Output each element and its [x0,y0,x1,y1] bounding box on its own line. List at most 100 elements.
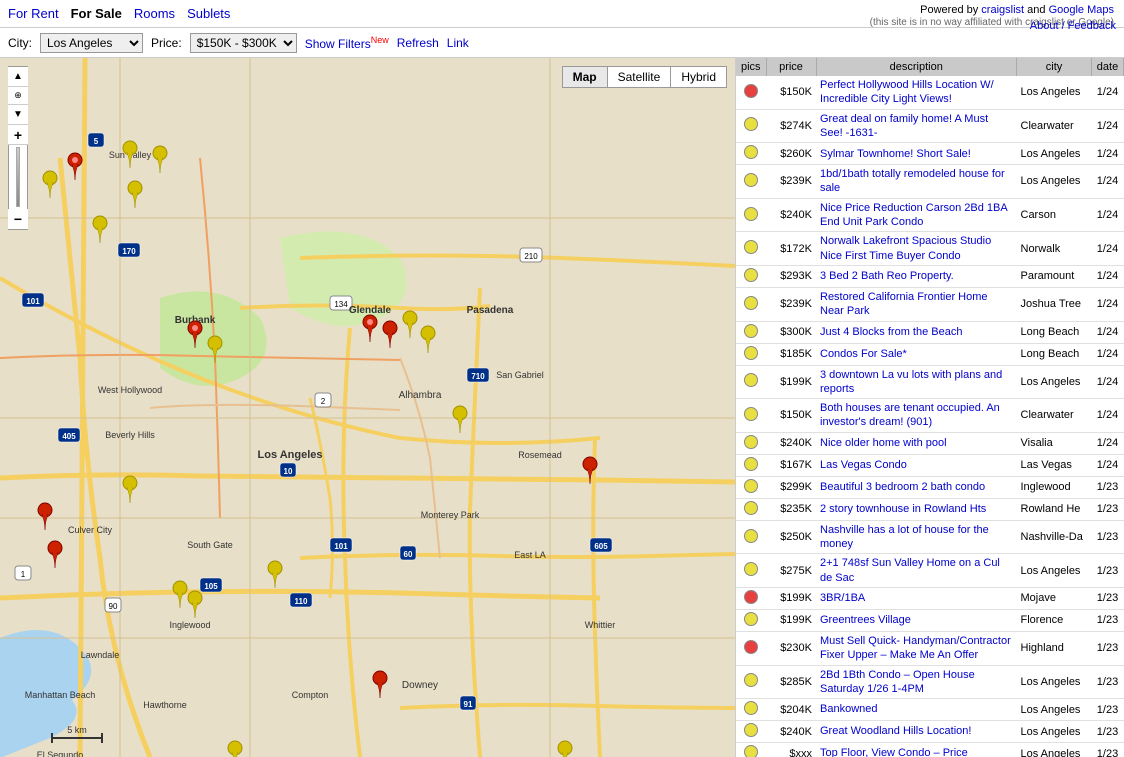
listing-link[interactable]: Norwalk Lakefront Spacious Studio Nice F… [820,235,991,261]
table-row[interactable]: $285K2Bd 1Bth Condo – Open House Saturda… [736,665,1124,699]
zoom-controls: ▲ ⊕ ▼ + − [8,66,28,230]
table-row[interactable]: $185KCondos For Sale*Long Beach1/24 [736,343,1124,365]
satellite-button[interactable]: Satellite [608,67,672,87]
listing-date: 1/23 [1092,699,1124,721]
svg-text:Beverly Hills: Beverly Hills [105,430,155,440]
listing-price: $299K [766,476,816,498]
listing-date: 1/23 [1092,498,1124,520]
table-row[interactable]: $300KJust 4 Blocks from the BeachLong Be… [736,321,1124,343]
table-row[interactable]: $240KNice older home with poolVisalia1/2… [736,432,1124,454]
table-row[interactable]: $239K1bd/1bath totally remodeled house f… [736,165,1124,199]
refresh-link[interactable]: Refresh [397,36,439,50]
col-header-date: date [1092,58,1124,76]
table-row[interactable]: $235K2 story townhouse in Rowland HtsRow… [736,498,1124,520]
table-row[interactable]: $xxxTop Floor, View Condo – PriceLos Ang… [736,743,1124,757]
city-label: City: [8,36,32,50]
listing-link[interactable]: Perfect Hollywood Hills Location W/ Incr… [820,79,994,105]
listing-date: 1/23 [1092,554,1124,588]
listing-link[interactable]: Great Woodland Hills Location! [820,725,971,737]
price-select[interactable]: $150K - $300K $100K - $200K $200K - $400… [190,33,297,53]
svg-text:1: 1 [21,570,26,579]
table-row[interactable]: $150KPerfect Hollywood Hills Location W/… [736,76,1124,109]
table-row[interactable]: $240KGreat Woodland Hills Location!Los A… [736,721,1124,743]
col-header-price: price [766,58,816,76]
rooms-link[interactable]: Rooms [134,6,175,21]
table-row[interactable]: $172KNorwalk Lakefront Spacious Studio N… [736,232,1124,266]
listing-city: Los Angeles [1017,165,1092,199]
google-maps-link[interactable]: Google Maps [1049,4,1114,16]
listing-link[interactable]: Top Floor, View Condo – Price [820,747,968,757]
table-row[interactable]: $275K2+1 748sf Sun Valley Home on a Cul … [736,554,1124,588]
table-row[interactable]: $199K3 downtown La vu lots with plans an… [736,365,1124,399]
table-row[interactable]: $250KNashville has a lot of house for th… [736,520,1124,554]
pan-north[interactable]: ⊕ [8,87,28,105]
table-row[interactable]: $199K3BR/1BAMojave1/23 [736,587,1124,609]
listing-link[interactable]: Must Sell Quick- Handyman/Contractor Fix… [820,635,1011,661]
listing-link[interactable]: Beautiful 3 bedroom 2 bath condo [820,481,985,493]
svg-text:170: 170 [122,247,136,256]
listing-link[interactable]: Nashville has a lot of house for the mon… [820,524,989,550]
table-row[interactable]: $240KNice Price Reduction Carson 2Bd 1BA… [736,198,1124,232]
about-feedback-link[interactable]: About / Feedback [1030,20,1116,32]
listing-link[interactable]: 3 Bed 2 Bath Reo Property. [820,270,954,282]
listing-link[interactable]: Nice older home with pool [820,437,947,449]
new-badge: New [371,35,389,45]
listing-link[interactable]: Las Vegas Condo [820,459,907,471]
listing-price: $199K [766,587,816,609]
listing-link[interactable]: 3BR/1BA [820,592,865,604]
sublets-link[interactable]: Sublets [187,6,230,21]
link-link[interactable]: Link [447,36,469,50]
listing-link[interactable]: Bankowned [820,703,878,715]
for-sale-link[interactable]: For Sale [71,6,122,21]
listing-link[interactable]: Both houses are tenant occupied. An inve… [820,402,1000,428]
zoom-in[interactable]: + [8,125,28,145]
listing-link[interactable]: Sylmar Townhome! Short Sale! [820,148,971,160]
listing-dot [744,590,758,604]
table-row[interactable]: $167KLas Vegas CondoLas Vegas1/24 [736,454,1124,476]
listing-city: Los Angeles [1017,665,1092,699]
listing-link[interactable]: 1bd/1bath totally remodeled house for sa… [820,168,1005,194]
city-select[interactable]: Los Angeles New York San Francisco [40,33,143,53]
listing-date: 1/23 [1092,587,1124,609]
listing-link[interactable]: 2 story townhouse in Rowland Hts [820,503,986,515]
listing-link[interactable]: Nice Price Reduction Carson 2Bd 1BA End … [820,202,1007,228]
listing-link[interactable]: 3 downtown La vu lots with plans and rep… [820,369,1002,395]
table-row[interactable]: $230KMust Sell Quick- Handyman/Contracto… [736,631,1124,665]
listing-link[interactable]: Condos For Sale* [820,348,907,360]
for-rent-link[interactable]: For Rent [8,6,59,21]
listing-link[interactable]: 2Bd 1Bth Condo – Open House Saturday 1/2… [820,669,975,695]
table-row[interactable]: $274KGreat deal on family home! A Must S… [736,109,1124,143]
table-row[interactable]: $293K3 Bed 2 Bath Reo Property.Paramount… [736,265,1124,287]
listing-link[interactable]: Restored California Frontier Home Near P… [820,291,988,317]
hybrid-button[interactable]: Hybrid [671,67,726,87]
price-label: Price: [151,36,182,50]
listing-dot [744,479,758,493]
show-filters-link[interactable]: Show FiltersNew [305,35,389,51]
map-button[interactable]: Map [563,67,608,87]
listing-date: 1/24 [1092,232,1124,266]
listing-link[interactable]: Great deal on family home! A Must See! -… [820,113,988,139]
zoom-arrow-up[interactable]: ▲ [8,67,28,87]
zoom-out[interactable]: − [8,209,28,229]
svg-text:Downey: Downey [402,680,438,691]
listing-link[interactable]: 2+1 748sf Sun Valley Home on a Cul de Sa… [820,557,1000,583]
map-svg[interactable]: 5 101 405 10 134 210 710 105 2 [0,58,735,757]
listing-city: Clearwater [1017,109,1092,143]
listing-city: Los Angeles [1017,76,1092,109]
svg-text:Monterey Park: Monterey Park [421,510,480,520]
table-row[interactable]: $150KBoth houses are tenant occupied. An… [736,399,1124,433]
table-row[interactable]: $204KBankownedLos Angeles1/23 [736,699,1124,721]
craigslist-link[interactable]: craigslist [981,4,1024,16]
table-row[interactable]: $239KRestored California Frontier Home N… [736,287,1124,321]
table-row[interactable]: $299KBeautiful 3 bedroom 2 bath condoIng… [736,476,1124,498]
listing-date: 1/24 [1092,432,1124,454]
listing-date: 1/24 [1092,454,1124,476]
table-row[interactable]: $260KSylmar Townhome! Short Sale!Los Ang… [736,143,1124,165]
listing-link[interactable]: Greentrees Village [820,614,911,626]
listing-dot [744,173,758,187]
listing-city: Los Angeles [1017,143,1092,165]
table-row[interactable]: $199KGreentrees VillageFlorence1/23 [736,609,1124,631]
listing-dot [744,640,758,654]
zoom-arrow-down[interactable]: ▼ [8,105,28,125]
listing-link[interactable]: Just 4 Blocks from the Beach [820,326,962,338]
